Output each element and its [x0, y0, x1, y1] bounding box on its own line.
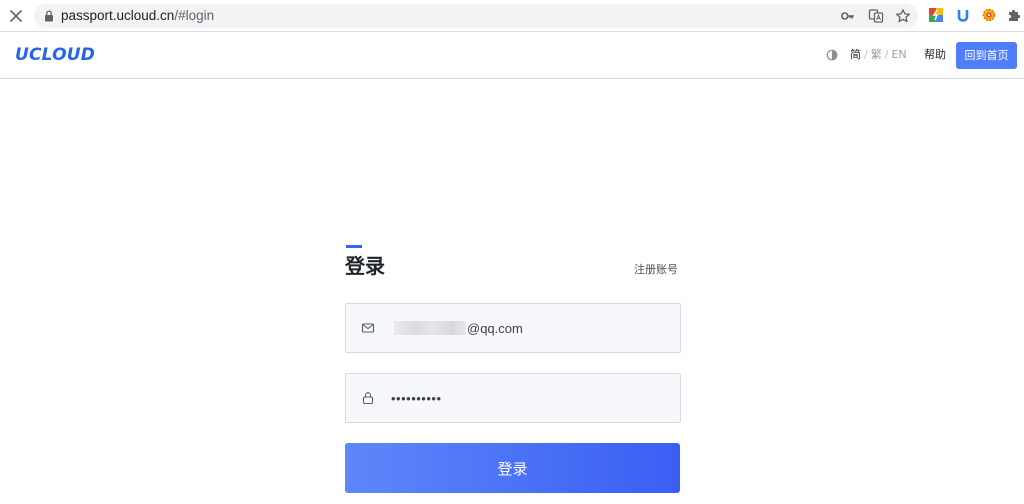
lang-simplified-chinese[interactable]: 简	[850, 48, 861, 61]
password-input[interactable]	[391, 389, 591, 407]
title-accent-bar	[346, 245, 362, 248]
language-switcher: 简 / 繁 / EN	[850, 47, 907, 63]
ucloud-logo[interactable]: UCLOUD	[15, 45, 95, 65]
url-host: passport.ucloud.cn	[61, 8, 175, 23]
translate-icon[interactable]	[868, 8, 884, 24]
browser-toolbar: passport.ucloud.cn/#login	[0, 0, 1024, 32]
help-link[interactable]: 帮助	[924, 47, 946, 63]
url-text[interactable]: passport.ucloud.cn/#login	[61, 8, 214, 24]
extensions-puzzle-icon[interactable]	[1006, 7, 1022, 23]
address-bar[interactable]: passport.ucloud.cn/#login	[34, 4, 918, 28]
lock-icon	[362, 392, 374, 405]
login-submit-button[interactable]: 登录	[345, 443, 680, 493]
lock-icon[interactable]	[42, 9, 56, 23]
site-header: UCLOUD 简 / 繁 / EN 帮助 回到首页	[0, 32, 1024, 79]
login-title: 登录	[345, 254, 385, 278]
lang-separator: /	[864, 48, 868, 61]
close-icon[interactable]	[6, 6, 26, 26]
url-path: /#login	[174, 8, 215, 23]
back-to-home-button[interactable]: 回到首页	[956, 42, 1017, 69]
register-account-link[interactable]: 注册账号	[634, 263, 678, 277]
extension-colorful-icon[interactable]	[928, 7, 944, 23]
lang-separator: /	[884, 48, 889, 61]
mail-icon	[361, 323, 375, 333]
redacted-email-prefix	[394, 321, 466, 335]
bookmark-star-icon[interactable]	[895, 8, 911, 24]
lang-english[interactable]: EN	[891, 48, 906, 61]
password-field[interactable]	[345, 373, 681, 423]
email-input[interactable]	[467, 319, 667, 337]
email-field[interactable]	[345, 303, 681, 353]
lang-traditional-chinese[interactable]: 繁	[871, 48, 882, 61]
key-icon[interactable]	[840, 8, 856, 24]
extension-u-icon[interactable]	[955, 7, 971, 23]
theme-toggle-icon[interactable]	[826, 49, 838, 61]
extension-gear-icon[interactable]	[981, 7, 997, 23]
